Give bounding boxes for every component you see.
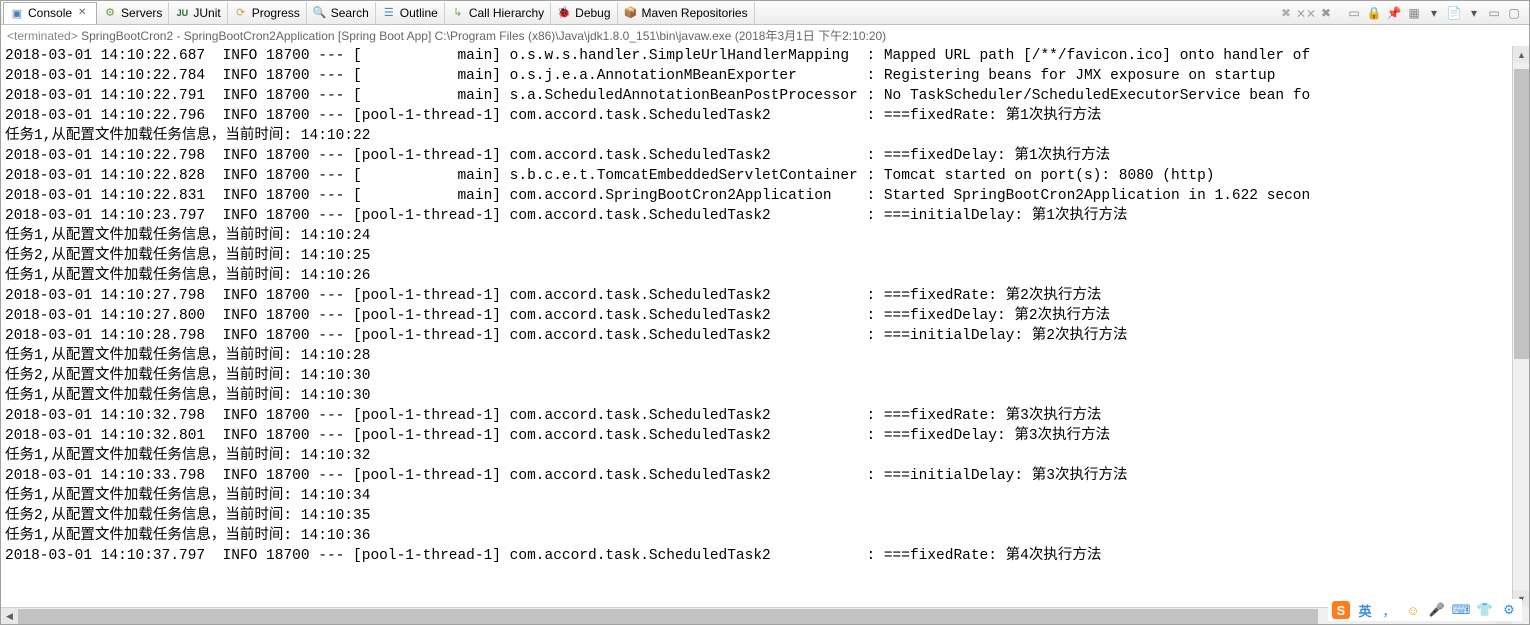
scroll-lock-button[interactable]: 🔒 (1365, 4, 1383, 22)
tab-label: Console (28, 6, 72, 20)
terminate-button[interactable]: ✖ (1277, 4, 1295, 22)
minimize-button[interactable]: ▭ (1485, 4, 1503, 22)
tab-label: Progress (252, 6, 300, 20)
outline-icon: ☰ (382, 6, 396, 20)
close-icon[interactable]: ✕ (78, 7, 90, 19)
vertical-scrollbar[interactable]: ▲ ▼ (1512, 46, 1529, 607)
display-selected-button[interactable]: ▦ (1405, 4, 1423, 22)
ime-skin-icon[interactable]: 👕 (1476, 601, 1494, 619)
tab-label: Servers (121, 6, 162, 20)
dropdown-icon[interactable]: ▾ (1465, 4, 1483, 22)
terminate-all-button[interactable]: ⨯⨯ (1297, 4, 1315, 22)
vertical-scroll-thumb[interactable] (1514, 69, 1529, 359)
ime-punct-icon[interactable]: ， (1380, 601, 1398, 619)
horizontal-scrollbar[interactable]: ◀ ▶ (1, 607, 1512, 624)
process-description: SpringBootCron2 - SpringBootCron2Applica… (81, 29, 886, 43)
ime-keyboard-icon[interactable]: ⌨ (1452, 601, 1470, 619)
tab-console[interactable]: ▣ Console ✕ (3, 2, 97, 24)
tab-debug[interactable]: 🐞 Debug (551, 2, 617, 24)
debug-icon: 🐞 (557, 6, 571, 20)
junit-icon: JU (175, 6, 189, 20)
ime-voice-icon[interactable]: 🎤 (1428, 601, 1446, 619)
sogou-logo-icon[interactable]: S (1332, 601, 1350, 619)
tab-label: Debug (575, 6, 610, 20)
tab-junit[interactable]: JU JUnit (169, 2, 227, 24)
tab-label: Maven Repositories (642, 6, 748, 20)
pin-console-button[interactable]: 📌 (1385, 4, 1403, 22)
tab-servers[interactable]: ⚙ Servers (97, 2, 169, 24)
tab-label: Call Hierarchy (469, 6, 544, 20)
clear-console-button[interactable]: ▭ (1345, 4, 1363, 22)
maximize-button[interactable]: ▢ (1505, 4, 1523, 22)
ime-settings-icon[interactable]: ⚙ (1500, 601, 1518, 619)
console-icon: ▣ (10, 6, 24, 20)
tab-label: JUnit (193, 6, 220, 20)
scroll-left-button[interactable]: ◀ (1, 608, 18, 624)
servers-icon: ⚙ (103, 6, 117, 20)
open-console-button[interactable]: 📄 (1445, 4, 1463, 22)
scroll-up-button[interactable]: ▲ (1513, 46, 1529, 63)
tab-maven-repositories[interactable]: 📦 Maven Repositories (618, 2, 755, 24)
search-icon: 🔍 (313, 6, 327, 20)
progress-icon: ⟳ (234, 6, 248, 20)
tab-label: Search (331, 6, 369, 20)
maven-icon: 📦 (624, 6, 638, 20)
terminated-label: <terminated> (7, 29, 78, 43)
horizontal-scroll-thumb[interactable] (18, 609, 1318, 624)
ime-toolbar[interactable]: S 英 ， ☺ 🎤 ⌨ 👕 ⚙ (1328, 599, 1522, 621)
tab-search[interactable]: 🔍 Search (307, 2, 376, 24)
console-toolbar: ✖ ⨯⨯ ✖ ▭ 🔒 📌 ▦ ▾ 📄 ▾ ▭ ▢ (1277, 4, 1527, 22)
remove-launch-button[interactable]: ✖ (1317, 4, 1335, 22)
view-tab-bar: ▣ Console ✕ ⚙ Servers JU JUnit ⟳ Progres… (1, 1, 1529, 25)
tab-label: Outline (400, 6, 438, 20)
ime-emoji-icon[interactable]: ☺ (1404, 601, 1422, 619)
ime-lang-button[interactable]: 英 (1356, 601, 1374, 619)
tab-outline[interactable]: ☰ Outline (376, 2, 445, 24)
dropdown-icon[interactable]: ▾ (1425, 4, 1443, 22)
call-hierarchy-icon: ↳ (451, 6, 465, 20)
console-status-line: <terminated> SpringBootCron2 - SpringBoo… (1, 25, 1529, 46)
console-text[interactable]: 2018-03-01 14:10:22.687 INFO 18700 --- [… (5, 46, 1525, 566)
tab-progress[interactable]: ⟳ Progress (228, 2, 307, 24)
tab-call-hierarchy[interactable]: ↳ Call Hierarchy (445, 2, 551, 24)
console-output-area[interactable]: 2018-03-01 14:10:22.687 INFO 18700 --- [… (1, 46, 1529, 624)
